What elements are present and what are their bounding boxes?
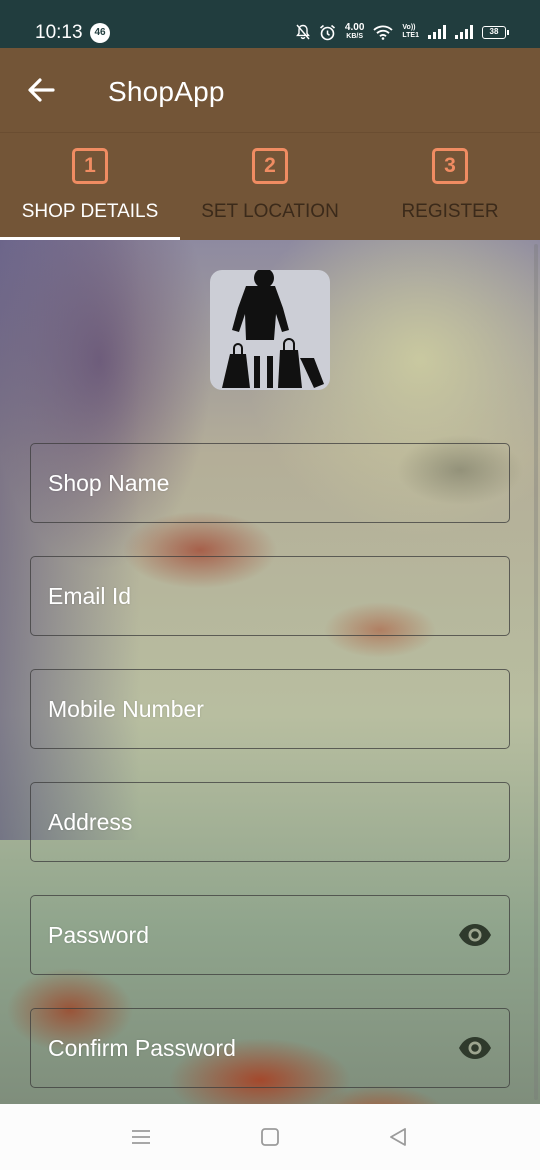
scrollbar[interactable] bbox=[534, 244, 538, 1100]
volte-bottom: LTE1 bbox=[402, 32, 419, 39]
notification-badge: 46 bbox=[90, 23, 110, 43]
back-triangle-icon[interactable] bbox=[387, 1126, 409, 1148]
shop-details-form[interactable]: Shop Name Email Id Mobile Number Address… bbox=[0, 240, 540, 1104]
status-time: 10:13 bbox=[35, 22, 83, 43]
password-field[interactable]: Password bbox=[30, 895, 510, 975]
wifi-icon bbox=[373, 25, 394, 40]
home-square-icon[interactable] bbox=[259, 1126, 281, 1148]
shop-name-field[interactable]: Shop Name bbox=[30, 443, 510, 523]
eye-icon[interactable] bbox=[458, 1033, 492, 1063]
tab-label: SHOP DETAILS bbox=[21, 201, 159, 222]
network-speed-value: 4.00 bbox=[344, 22, 365, 33]
arrow-left-icon bbox=[28, 78, 55, 102]
network-speed-unit: KB/S bbox=[346, 33, 364, 40]
email-label: Email Id bbox=[48, 583, 132, 609]
shop-name-label: Shop Name bbox=[48, 470, 170, 496]
tab-register[interactable]: 3 REGISTER bbox=[360, 133, 540, 240]
battery-icon: 38 bbox=[482, 25, 509, 39]
app-bar: ShopApp bbox=[0, 48, 540, 133]
mobile-number-field[interactable]: Mobile Number bbox=[30, 669, 510, 749]
shopper-with-bags-icon bbox=[222, 270, 324, 388]
address-field[interactable]: Address bbox=[30, 782, 510, 862]
status-bar: 10:13 46 4.00 KB/S Vo)) LTE1 38 bbox=[0, 0, 540, 48]
confirm-password-label: Confirm Password bbox=[48, 1035, 236, 1061]
tab-shop-details[interactable]: 1 SHOP DETAILS bbox=[0, 133, 180, 240]
signal-1-icon bbox=[428, 25, 446, 39]
tab-label: REGISTER bbox=[401, 201, 499, 222]
alarm-icon bbox=[319, 24, 335, 40]
address-label: Address bbox=[48, 809, 133, 835]
volte-top: Vo)) bbox=[402, 24, 416, 31]
network-speed: 4.00 KB/S bbox=[345, 23, 364, 41]
back-button[interactable] bbox=[22, 70, 62, 110]
tab-set-location[interactable]: 2 SET LOCATION bbox=[180, 133, 360, 240]
volte-indicator: Vo)) LTE1 bbox=[402, 24, 419, 40]
tab-label: SET LOCATION bbox=[201, 201, 339, 222]
confirm-password-field[interactable]: Confirm Password bbox=[30, 1008, 510, 1088]
mobile-number-label: Mobile Number bbox=[48, 696, 204, 722]
email-field[interactable]: Email Id bbox=[30, 556, 510, 636]
step-number: 2 bbox=[252, 148, 288, 184]
signal-2-icon bbox=[455, 25, 473, 39]
step-tabs: 1 SHOP DETAILS 2 SET LOCATION 3 REGISTER bbox=[0, 133, 540, 240]
eye-icon[interactable] bbox=[458, 920, 492, 950]
status-icons: 4.00 KB/S Vo)) LTE1 38 bbox=[296, 20, 509, 44]
system-nav-bar bbox=[0, 1104, 540, 1170]
step-number: 3 bbox=[432, 148, 468, 184]
shop-logo bbox=[210, 270, 330, 390]
bell-off-icon bbox=[296, 24, 310, 40]
menu-icon[interactable] bbox=[130, 1126, 152, 1148]
app-title: ShopApp bbox=[108, 76, 225, 107]
step-number: 1 bbox=[72, 148, 108, 184]
password-label: Password bbox=[48, 922, 149, 948]
